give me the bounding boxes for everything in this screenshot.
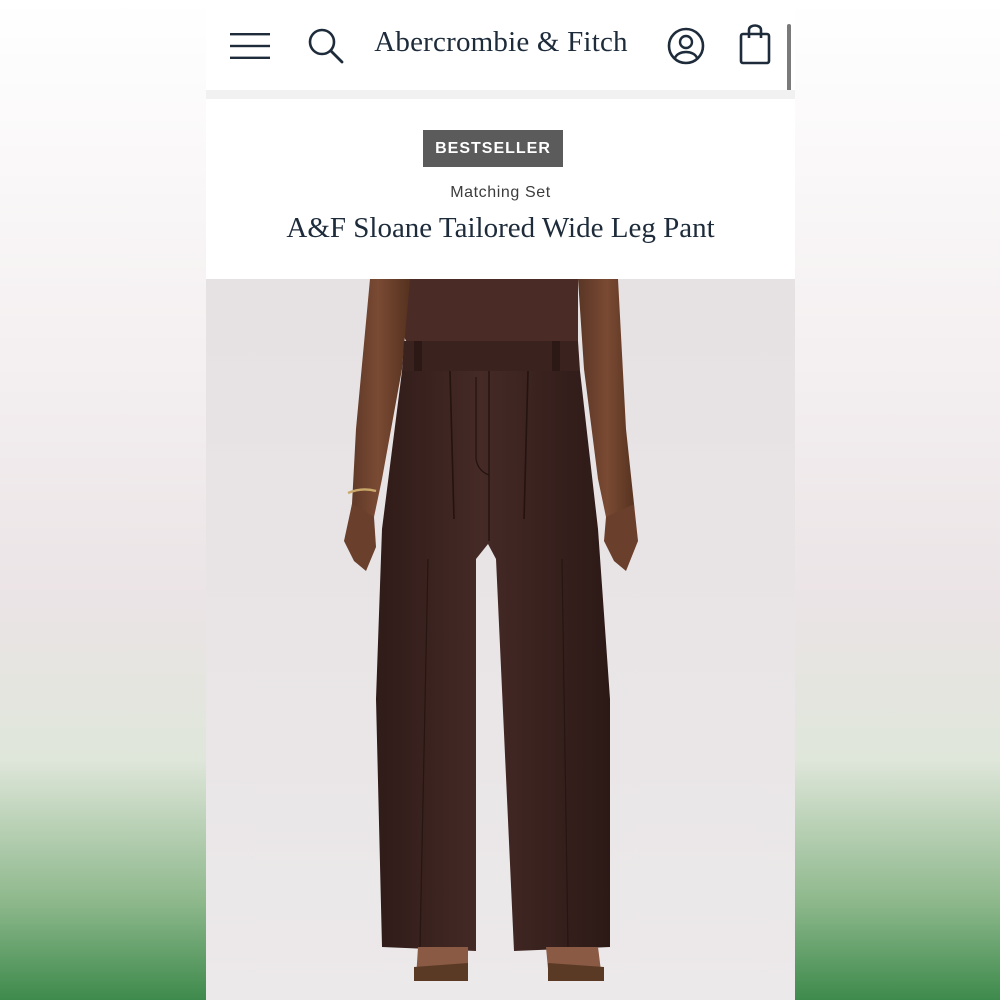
product-title: A&F Sloane Tailored Wide Leg Pant	[286, 212, 715, 244]
bestseller-badge: BESTSELLER	[423, 130, 563, 167]
scrollbar[interactable]	[787, 24, 791, 96]
search-icon[interactable]	[306, 26, 346, 66]
background-right	[795, 0, 1000, 1000]
collection-label[interactable]: Matching Set	[206, 184, 795, 202]
site-header: Abercrombie & Fitch	[206, 0, 795, 99]
shopping-bag-icon[interactable]	[738, 22, 772, 66]
menu-icon[interactable]	[230, 30, 270, 62]
brand-logo[interactable]: Abercrombie & Fitch	[356, 26, 646, 59]
product-header: BESTSELLER Matching Set A&F Sloane Tailo…	[206, 99, 795, 279]
model-photo	[206, 279, 795, 1000]
mobile-page: Abercrombie & Fitch BESTSELLER Matching …	[206, 0, 795, 1000]
account-icon[interactable]	[666, 26, 706, 66]
background-left	[0, 0, 206, 1000]
header-divider	[206, 90, 795, 99]
product-image[interactable]	[206, 279, 795, 1000]
